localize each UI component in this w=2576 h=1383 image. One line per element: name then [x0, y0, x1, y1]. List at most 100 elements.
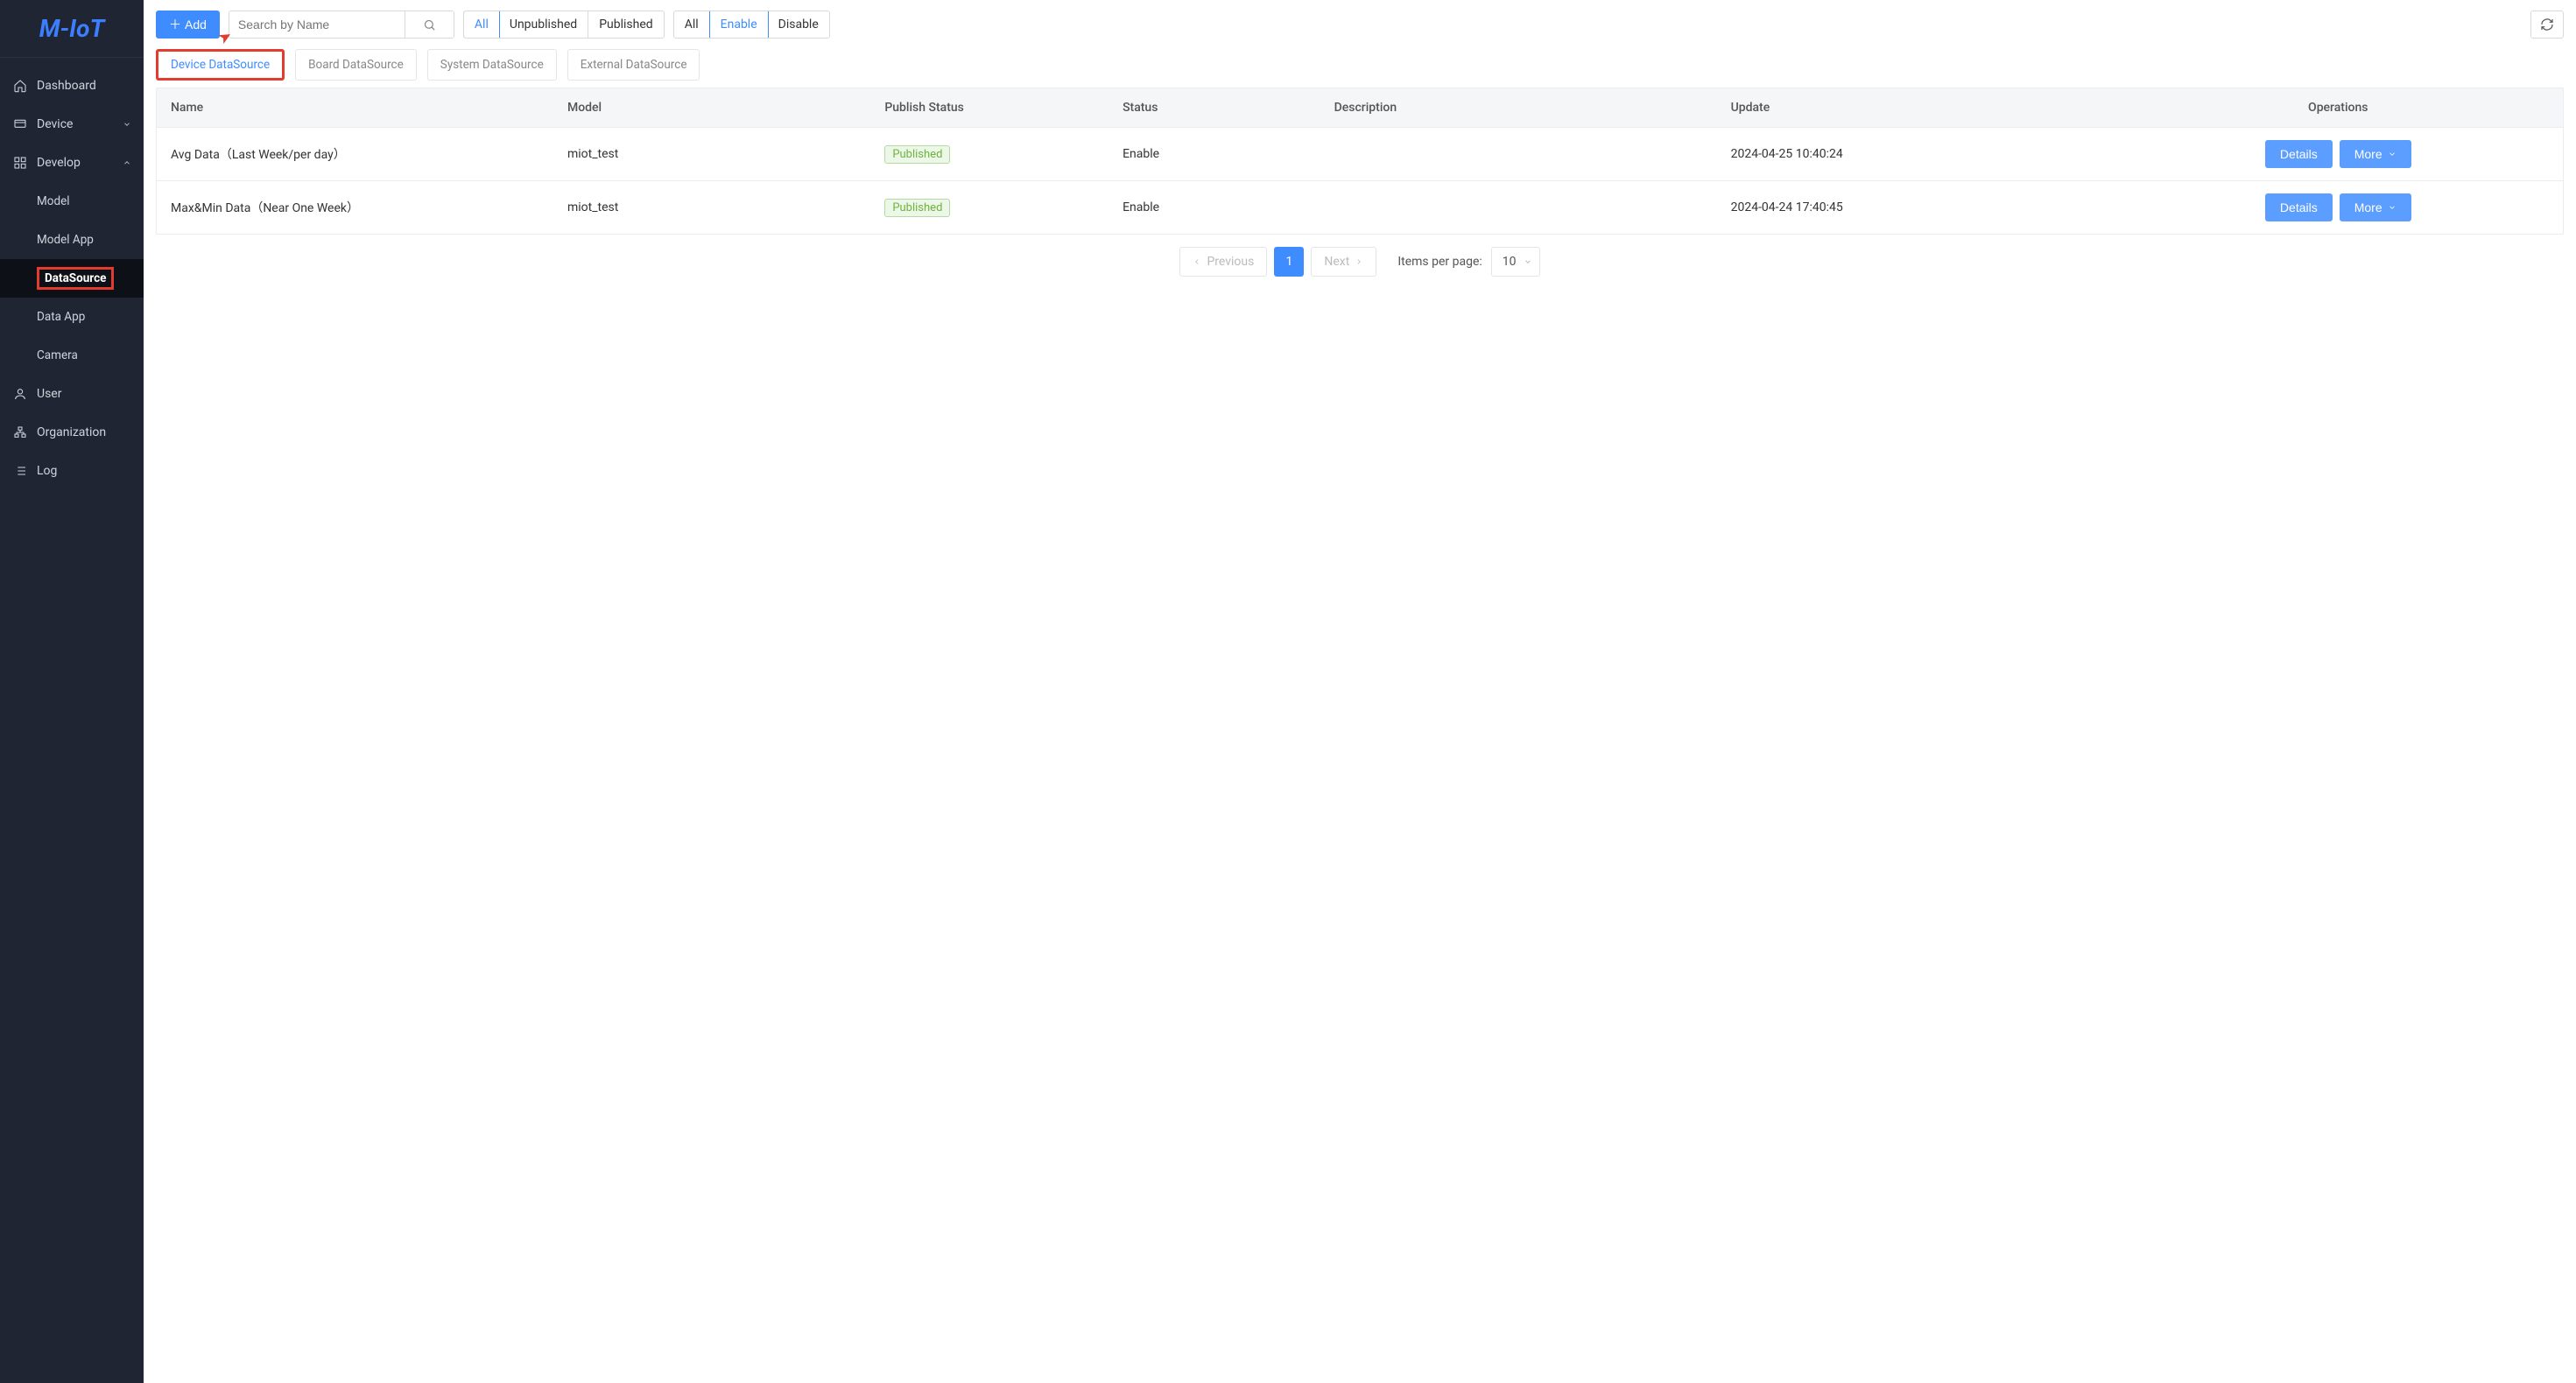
- datasource-table: Name Model Publish Status Status Descrip…: [156, 88, 2564, 235]
- list-icon: [12, 464, 28, 478]
- cell-update: 2024-04-25 10:40:24: [1717, 128, 2114, 181]
- publish-filter: All Unpublished Published: [463, 11, 665, 39]
- main-content: ＋ Add ➤ All Unpublished Published: [144, 0, 2576, 1383]
- chevron-down-icon: [1524, 257, 1532, 266]
- chevron-left-icon: [1193, 257, 1201, 266]
- col-header-description: Description: [1320, 88, 1717, 128]
- sidebar-nav: Dashboard Device Develop Model Model Ap: [0, 58, 144, 490]
- chevron-right-icon: [1355, 257, 1363, 266]
- cell-name: Max&Min Data（Near One Week）: [157, 181, 553, 235]
- cell-model: miot_test: [553, 181, 870, 235]
- chevron-down-icon: [2388, 203, 2397, 212]
- pager-next[interactable]: Next: [1311, 247, 1376, 277]
- sidebar-sub-label: Model: [37, 194, 70, 208]
- sidebar-sub-label: DataSource: [37, 267, 114, 290]
- sidebar-item-user[interactable]: User: [0, 375, 144, 413]
- refresh-icon: [2540, 18, 2554, 32]
- items-per-page-select[interactable]: 10: [1491, 247, 1540, 277]
- device-icon: [12, 117, 28, 131]
- pager-previous[interactable]: Previous: [1179, 247, 1267, 277]
- sidebar-item-label: Dashboard: [37, 79, 131, 93]
- enable-filter-all[interactable]: All: [674, 11, 710, 38]
- col-header-operations: Operations: [2114, 88, 2563, 128]
- items-per-page: Items per page: 10: [1397, 247, 1539, 277]
- cell-publish-status: Published: [870, 128, 1109, 181]
- cell-operations: DetailsMore: [2114, 181, 2563, 235]
- tab-device-datasource[interactable]: Device DataSource: [156, 49, 285, 81]
- cell-model: miot_test: [553, 128, 870, 181]
- pager-page-current[interactable]: 1: [1274, 247, 1304, 277]
- sidebar-sub-label: Model App: [37, 233, 94, 247]
- sidebar-sub-camera[interactable]: Camera: [0, 336, 144, 375]
- publish-badge: Published: [884, 199, 950, 217]
- chevron-down-icon: [2388, 150, 2397, 158]
- search-group: [229, 11, 454, 39]
- chevron-down-icon: [123, 120, 131, 129]
- pagination-row: Previous 1 Next Items per page: 10: [156, 247, 2564, 277]
- tab-board-datasource[interactable]: Board DataSource: [295, 49, 417, 81]
- sidebar-item-label: Organization: [37, 425, 131, 439]
- sidebar-sub-data-app[interactable]: Data App: [0, 298, 144, 336]
- cell-description: [1320, 128, 1717, 181]
- details-button[interactable]: Details: [2265, 193, 2333, 221]
- sidebar-item-label: Develop: [37, 156, 123, 170]
- items-per-page-label: Items per page:: [1397, 255, 1482, 269]
- cell-update: 2024-04-24 17:40:45: [1717, 181, 2114, 235]
- table-row: Max&Min Data（Near One Week）miot_test Publ…: [157, 181, 2563, 235]
- sidebar-item-label: Log: [37, 464, 131, 478]
- sidebar-item-dashboard[interactable]: Dashboard: [0, 67, 144, 105]
- cell-name: Avg Data（Last Week/per day）: [157, 128, 553, 181]
- sidebar-item-develop[interactable]: Develop: [0, 144, 144, 182]
- sidebar-item-label: User: [37, 387, 131, 401]
- add-button-label: Add: [185, 18, 207, 32]
- table-header-row: Name Model Publish Status Status Descrip…: [157, 88, 2563, 128]
- more-button[interactable]: More: [2340, 140, 2411, 168]
- cell-description: [1320, 181, 1717, 235]
- sidebar: M-IoT Dashboard Device Develop: [0, 0, 144, 1383]
- enable-filter-enable[interactable]: Enable: [709, 11, 769, 39]
- plus-icon: ＋: [169, 16, 181, 33]
- grid-icon: [12, 156, 28, 170]
- sidebar-item-device[interactable]: Device: [0, 105, 144, 144]
- cell-operations: DetailsMore: [2114, 128, 2563, 181]
- publish-filter-all[interactable]: All: [463, 11, 500, 39]
- sidebar-sub-model[interactable]: Model: [0, 182, 144, 221]
- details-button[interactable]: Details: [2265, 140, 2333, 168]
- sidebar-sub-model-app[interactable]: Model App: [0, 221, 144, 259]
- user-icon: [12, 387, 28, 401]
- more-button[interactable]: More: [2340, 193, 2411, 221]
- tab-external-datasource[interactable]: External DataSource: [567, 49, 700, 81]
- sidebar-sub-label: Camera: [37, 348, 78, 362]
- sidebar-sub-label: Data App: [37, 310, 85, 324]
- search-icon: [423, 18, 436, 32]
- publish-filter-published[interactable]: Published: [588, 11, 663, 38]
- publish-filter-unpublished[interactable]: Unpublished: [499, 11, 588, 38]
- chevron-up-icon: [123, 158, 131, 167]
- enable-filter: All Enable Disable: [673, 11, 830, 39]
- sidebar-item-log[interactable]: Log: [0, 452, 144, 490]
- col-header-publish-status: Publish Status: [870, 88, 1109, 128]
- cell-publish-status: Published: [870, 181, 1109, 235]
- col-header-status: Status: [1109, 88, 1320, 128]
- cell-status: Enable: [1109, 128, 1320, 181]
- col-header-name: Name: [157, 88, 553, 128]
- sidebar-item-label: Device: [37, 117, 123, 131]
- toolbar: ＋ Add ➤ All Unpublished Published: [156, 11, 2564, 39]
- search-button[interactable]: [405, 11, 454, 38]
- col-header-update: Update: [1717, 88, 2114, 128]
- brand-logo: M-IoT: [0, 0, 144, 58]
- home-icon: [12, 79, 28, 93]
- search-input[interactable]: [229, 11, 405, 38]
- refresh-button[interactable]: [2530, 11, 2564, 39]
- tab-system-datasource[interactable]: System DataSource: [427, 49, 557, 81]
- sidebar-item-organization[interactable]: Organization: [0, 413, 144, 452]
- col-header-model: Model: [553, 88, 870, 128]
- sidebar-sub-datasource[interactable]: DataSource: [0, 259, 144, 298]
- pager: Previous 1 Next: [1179, 247, 1376, 277]
- add-button[interactable]: ＋ Add: [156, 11, 220, 39]
- table-row: Avg Data（Last Week/per day）miot_test Publ…: [157, 128, 2563, 181]
- datasource-type-tabs: Device DataSource Board DataSource Syste…: [156, 49, 2564, 81]
- publish-badge: Published: [884, 145, 950, 164]
- cell-status: Enable: [1109, 181, 1320, 235]
- enable-filter-disable[interactable]: Disable: [768, 11, 829, 38]
